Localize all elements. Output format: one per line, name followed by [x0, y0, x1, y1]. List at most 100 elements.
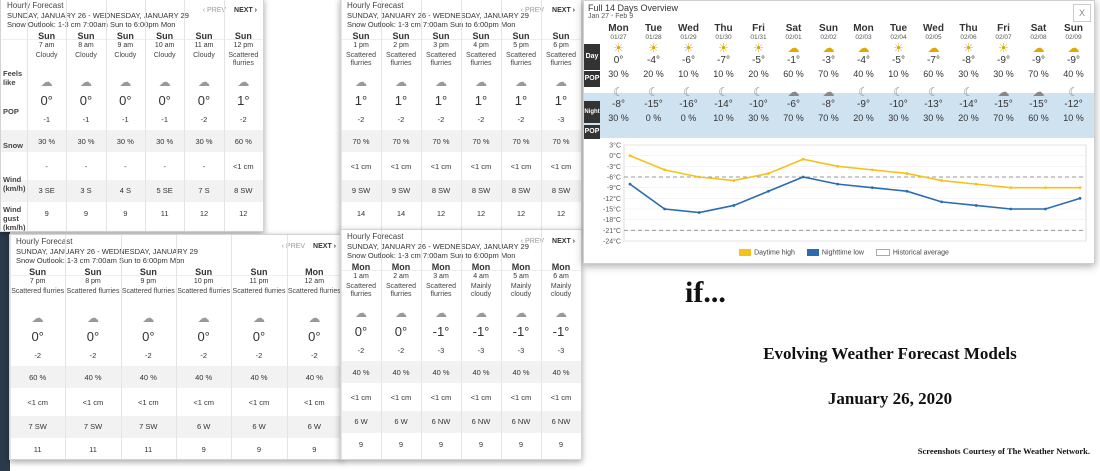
hour-condition: Scattered flurries	[228, 52, 259, 67]
pop-percent: 70 %	[512, 137, 530, 146]
hour-time: 8 am	[78, 42, 94, 49]
snow-amount: <1 cm	[304, 398, 325, 407]
gust-value: 12	[556, 209, 566, 218]
hour-value: -1	[161, 115, 168, 124]
wind-value: 6 W	[307, 422, 321, 431]
nighttime-low-point	[697, 211, 701, 214]
hourly-forecast-panel: Hourly Forecast SUNDAY, JANUARY 26 - WED…	[340, 229, 582, 460]
hour-condition: Cloudy	[114, 52, 137, 59]
y-tick-label: 3°C	[609, 142, 621, 150]
pop-percent: 40 %	[305, 373, 323, 382]
feels-like-temp: -1°	[472, 324, 490, 339]
snow-amount: <1 cm	[138, 398, 159, 407]
hour-value: -2	[255, 351, 263, 360]
snow-outlook: Snow Outlook: 1-3 cm 7:00am Sun to 6:00p…	[347, 251, 516, 260]
overview-day-column: Tue 01/28 ☀ -4° 20 % ☾ -15° 0 %	[636, 23, 671, 123]
hour-condition: Scattered flurries	[546, 52, 576, 67]
prev-button[interactable]: ‹ PREV	[282, 243, 305, 250]
hour-time: 4 am	[473, 273, 489, 280]
cloud-icon: ☁	[158, 75, 171, 89]
hour-day: Mon	[551, 262, 571, 272]
next-button[interactable]: NEXT ›	[552, 238, 575, 245]
pop-percent: 40 %	[472, 368, 490, 377]
hour-condition: Scattered flurries	[386, 52, 416, 67]
wind-value: 6 NW	[551, 417, 571, 426]
next-button[interactable]: NEXT ›	[313, 243, 336, 250]
gust-value: 9	[256, 445, 262, 454]
pop-percent: 40 %	[392, 368, 410, 377]
cloud-icon: ☁	[515, 306, 527, 320]
hour-time: 2 am	[393, 273, 409, 280]
pop-percent: 40 %	[195, 373, 213, 382]
snow-cloud-icon: ☁	[435, 306, 447, 320]
cloud-icon: ☁	[40, 75, 53, 89]
row-label: Wind gust (km/h)	[3, 205, 26, 232]
next-button[interactable]: NEXT ›	[552, 7, 575, 14]
nighttime-low: -15°	[644, 99, 663, 110]
overview-day-column: Fri 01/31 ☀ -5° 20 % ☾ -10° 30 %	[741, 23, 776, 123]
nighttime-low-point	[1043, 207, 1047, 211]
y-tick-label: -9°C	[607, 184, 621, 192]
cloud-icon: ☁	[197, 75, 210, 89]
hourly-forecast-panel: Hourly Forecast SUNDAY, JANUARY 26 - WED…	[340, 0, 582, 232]
hour-time: 7 am	[38, 42, 55, 49]
nighttime-low-point	[663, 207, 667, 211]
daytime-high-point	[1078, 186, 1082, 190]
legend-avg: Historical average	[892, 249, 949, 257]
next-button[interactable]: NEXT ›	[234, 7, 257, 14]
y-tick-label: -3°C	[607, 163, 621, 171]
hour-day: Mon	[305, 267, 324, 277]
snow-cloud-icon: ☁	[1067, 41, 1080, 55]
feels-like-temp: -1°	[432, 324, 450, 339]
snow-amount: <1 cm	[350, 162, 372, 171]
night-pop: 0 %	[645, 113, 662, 123]
overview-date: 02/08	[1030, 34, 1047, 41]
legend-swatch-low	[806, 249, 819, 256]
snow-amount: <1 cm	[390, 393, 412, 402]
hour-value: -1	[121, 115, 129, 124]
wind-value: 9 SW	[351, 186, 371, 195]
gust-value: 11	[33, 445, 42, 454]
daytime-high-point	[940, 179, 943, 182]
snow-amount: <1 cm	[193, 398, 214, 407]
overview-day-column: Wed 01/29 ☀ -6° 10 % ☾ -16° 0 %	[671, 23, 706, 123]
snow-cloud-icon: ☁	[1032, 85, 1045, 99]
daytime-high: -3°	[822, 55, 835, 66]
snow-cloud-icon: ☁	[308, 311, 321, 325]
snow-amount: <1 cm	[27, 398, 48, 407]
snow-cloud-icon: ☁	[197, 311, 210, 325]
overview-day-column: Sun 02/02 ☁ -3° 70 % ☁ -8° 70 %	[811, 23, 846, 123]
wind-value: 3 SE	[38, 186, 55, 195]
night-pop: 30 %	[748, 113, 769, 123]
hour-time: 6 pm	[553, 42, 569, 49]
wind-value: 5 SE	[156, 186, 173, 195]
day-pop: 70 %	[1028, 69, 1049, 79]
prev-button[interactable]: ‹ PREV	[203, 7, 226, 14]
day-pop: 10 %	[678, 69, 699, 79]
overview-day: Wed	[923, 23, 944, 34]
snow-amount: <1 cm	[390, 162, 412, 171]
snow-cloud-icon: ☁	[927, 41, 940, 55]
overview-date: 02/06	[960, 34, 977, 41]
legend-swatch-avg	[875, 249, 890, 256]
feels-like-temp: 1°	[434, 93, 448, 108]
hour-day: Mon	[391, 262, 411, 272]
feels-like-temp: 1°	[554, 93, 568, 108]
close-button[interactable]: X	[1073, 4, 1091, 22]
overview-day-column: Sat 02/08 ☁ -9° 70 % ☁ -15° 60 %	[1021, 23, 1056, 123]
day-pop: 20 %	[748, 69, 769, 79]
hour-value: -3	[477, 346, 485, 355]
plot-area	[623, 144, 1087, 242]
daytime-high-point	[732, 179, 736, 182]
row-label: Snow	[3, 141, 23, 150]
moon-icon: ☾	[1068, 85, 1079, 99]
hour-day: Sun	[77, 31, 95, 41]
sun-cloud-icon: ☀	[718, 41, 729, 55]
gust-value: 12	[436, 209, 446, 218]
wind-value: 8 SW	[234, 186, 253, 195]
hour-time: 12 am	[304, 278, 325, 285]
daytime-high: -4°	[647, 55, 660, 66]
feels-like-temp: 0°	[308, 329, 321, 344]
overview-day: Tue	[889, 23, 908, 34]
hour-time: 11 am	[194, 42, 214, 49]
